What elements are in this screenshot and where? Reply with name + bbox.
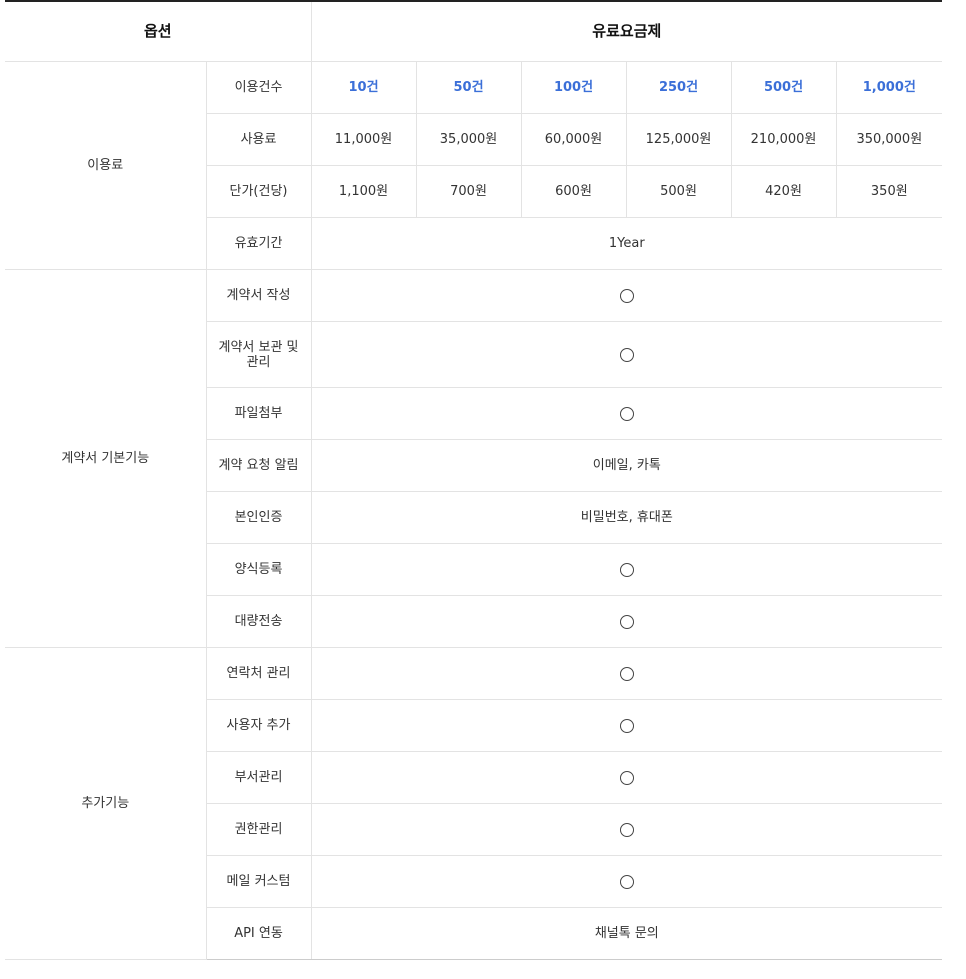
row-label-price: 사용료 bbox=[205, 113, 312, 166]
feature-label: 메일 커스텀 bbox=[205, 855, 312, 908]
plan-count-cell: 10건 bbox=[310, 61, 417, 114]
feature-value bbox=[310, 269, 943, 322]
feature-value bbox=[310, 855, 943, 908]
feature-label: 계약서 작성 bbox=[205, 269, 312, 322]
plan-count-cell: 1,000건 bbox=[835, 61, 943, 114]
feature-label: 파일첨부 bbox=[205, 387, 312, 440]
feature-label: 본인인증 bbox=[205, 491, 312, 544]
validity-value: 1Year bbox=[310, 217, 943, 270]
plan-price-cell: 210,000원 bbox=[730, 113, 837, 166]
header-row: 옵션 유료요금제 bbox=[5, 1, 943, 62]
group-label-extra: 추가기능 bbox=[5, 647, 206, 960]
feature-value bbox=[310, 543, 943, 596]
circle-mark-icon bbox=[619, 666, 634, 681]
circle-mark-icon bbox=[619, 288, 634, 303]
feature-value bbox=[310, 699, 943, 752]
feature-value bbox=[310, 751, 943, 804]
feature-value bbox=[310, 595, 943, 648]
row-label-validity: 유효기간 bbox=[205, 217, 312, 270]
circle-mark-icon bbox=[619, 347, 634, 362]
feature-label: 대량전송 bbox=[205, 595, 312, 648]
feature-label: 사용자 추가 bbox=[205, 699, 312, 752]
circle-mark-icon bbox=[619, 822, 634, 837]
feature-label: 계약서 보관 및 관리 bbox=[205, 321, 312, 388]
plan-unit-price-cell: 1,100원 bbox=[310, 165, 417, 218]
feature-label: 부서관리 bbox=[205, 751, 312, 804]
circle-mark-icon bbox=[619, 874, 634, 889]
table-row: 추가기능 연락처 관리 bbox=[5, 647, 943, 960]
plan-count-cell: 100건 bbox=[520, 61, 627, 114]
header-paid-plan: 유료요금제 bbox=[310, 1, 943, 62]
feature-label: API 연동 bbox=[205, 907, 312, 960]
plan-unit-price-cell: 700원 bbox=[415, 165, 522, 218]
plan-price-cell: 35,000원 bbox=[415, 113, 522, 166]
plan-count-cell: 50건 bbox=[415, 61, 522, 114]
plan-unit-price-cell: 350원 bbox=[835, 165, 943, 218]
row-label-count: 이용건수 bbox=[205, 61, 312, 114]
feature-label: 양식등록 bbox=[205, 543, 312, 596]
feature-label: 권한관리 bbox=[205, 803, 312, 856]
group-label-basic: 계약서 기본기능 bbox=[5, 269, 206, 648]
pricing-table: 옵션 유료요금제 이용료 이용건수 10건 50건 100건 250건 500건… bbox=[5, 0, 943, 960]
circle-mark-icon bbox=[619, 770, 634, 785]
plan-unit-price-cell: 420원 bbox=[730, 165, 837, 218]
feature-value bbox=[310, 803, 943, 856]
plan-price-cell: 350,000원 bbox=[835, 113, 943, 166]
row-label-unit-price: 단가(건당) bbox=[205, 165, 312, 218]
feature-label: 연락처 관리 bbox=[205, 647, 312, 700]
plan-price-cell: 125,000원 bbox=[625, 113, 732, 166]
feature-label: 계약 요청 알림 bbox=[205, 439, 312, 492]
feature-value: 채널톡 문의 bbox=[310, 907, 943, 960]
feature-value bbox=[310, 321, 943, 388]
table-row: 계약서 기본기능 계약서 작성 bbox=[5, 269, 943, 648]
feature-value bbox=[310, 647, 943, 700]
group-label-fee: 이용료 bbox=[5, 61, 206, 270]
plan-price-cell: 11,000원 bbox=[310, 113, 417, 166]
circle-mark-icon bbox=[619, 406, 634, 421]
feature-value bbox=[310, 387, 943, 440]
plan-price-cell: 60,000원 bbox=[520, 113, 627, 166]
circle-mark-icon bbox=[619, 562, 634, 577]
feature-value: 비밀번호, 휴대폰 bbox=[310, 491, 943, 544]
plan-count-cell: 250건 bbox=[625, 61, 732, 114]
plan-unit-price-cell: 600원 bbox=[520, 165, 627, 218]
table-row: 이용료 이용건수 10건 50건 100건 250건 500건 1,000건 bbox=[5, 61, 943, 270]
plan-unit-price-cell: 500원 bbox=[625, 165, 732, 218]
header-option: 옵션 bbox=[5, 1, 312, 62]
circle-mark-icon bbox=[619, 614, 634, 629]
feature-value: 이메일, 카톡 bbox=[310, 439, 943, 492]
circle-mark-icon bbox=[619, 718, 634, 733]
plan-count-cell: 500건 bbox=[730, 61, 837, 114]
